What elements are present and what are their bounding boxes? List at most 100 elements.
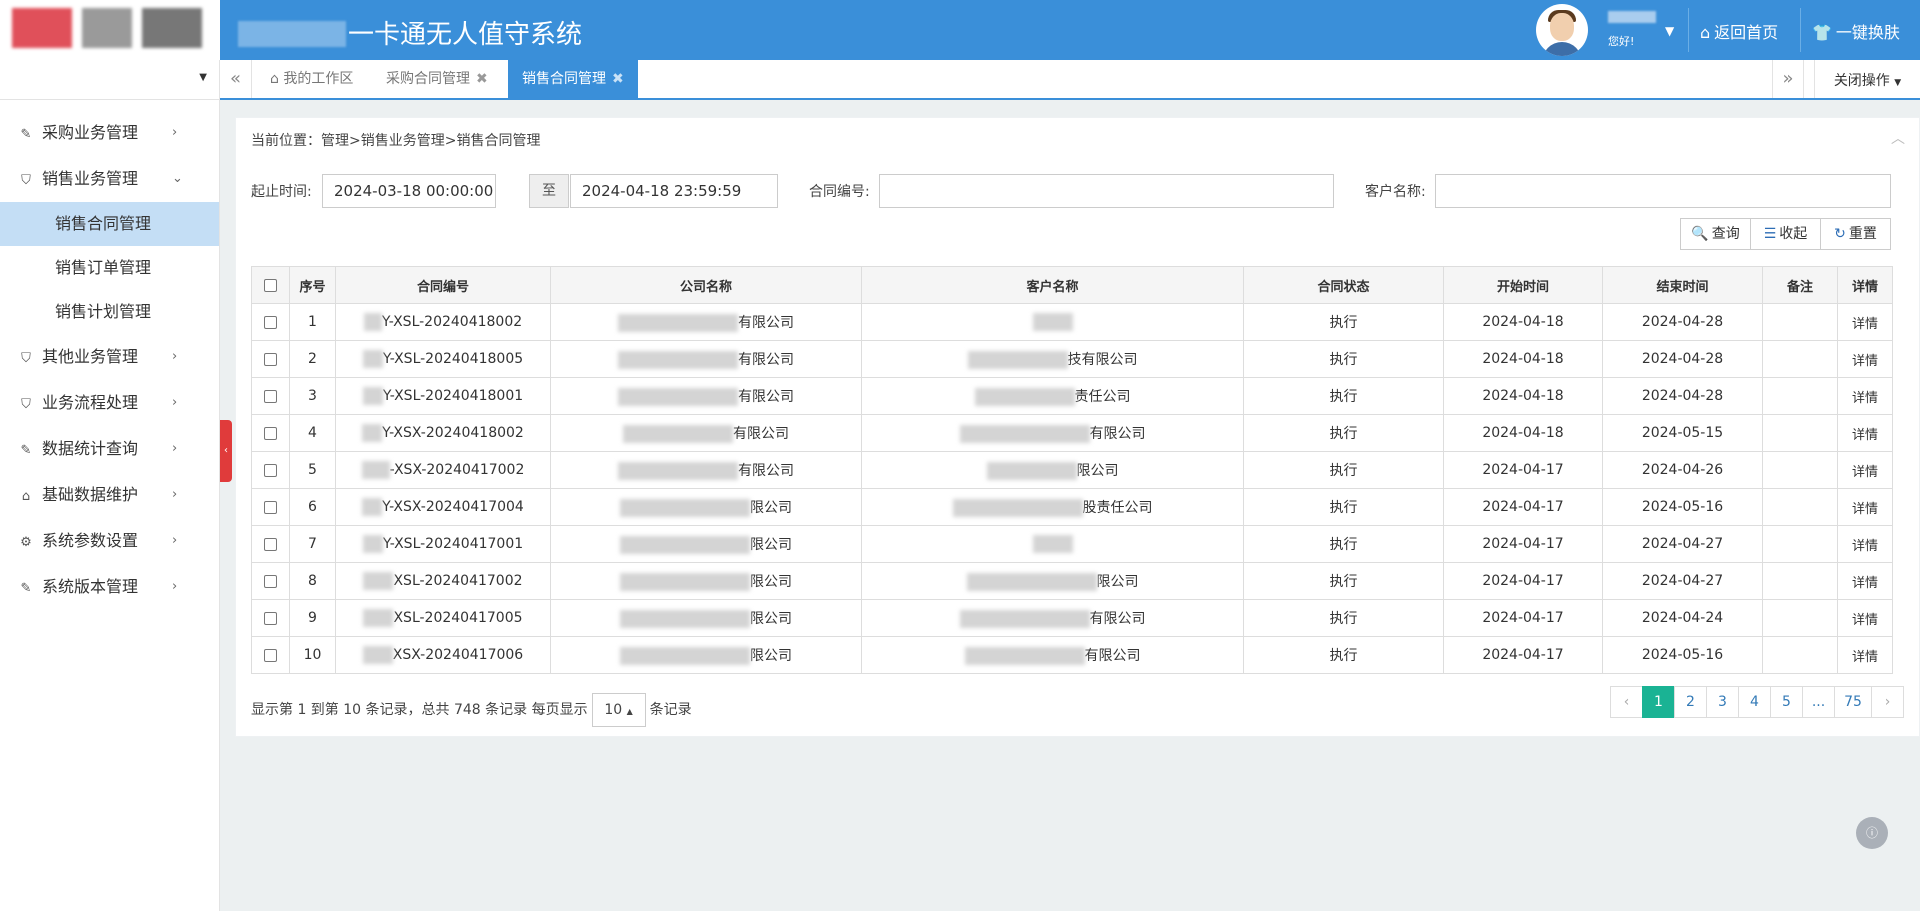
row-checkbox[interactable]	[264, 426, 277, 440]
table-row[interactable]: 10 XSX-20240417006 限公司 有限公司 执行 2024-04-17 2024…	[251, 636, 1893, 674]
row-detail-link[interactable]: 详情	[1837, 525, 1893, 563]
table-row[interactable]: 1 Y-XSL-20240418002 有限公司 执行 2024-04-18 2024-0…	[251, 303, 1893, 341]
row-detail-link[interactable]: 详情	[1837, 303, 1893, 341]
tab-workspace[interactable]: ⌂ 我的工作区	[256, 60, 367, 98]
row-detail-link[interactable]: 详情	[1837, 414, 1893, 452]
table-row[interactable]: 5 -XSX-20240417002 有限公司 限公司 执行 2024-04-17 2024…	[251, 451, 1893, 489]
sidebar-item-purchase[interactable]: ✎ 采购业务管理 ›	[0, 110, 219, 156]
close-operations-dropdown[interactable]: 关闭操作 ▼	[1814, 60, 1920, 98]
sidebar-item-version[interactable]: ✎ 系统版本管理 ›	[0, 564, 219, 610]
sidebar-subitem-sales-plan[interactable]: 销售计划管理	[0, 290, 219, 334]
row-checkbox-cell	[251, 599, 290, 637]
col-header-customer[interactable]: 客户名称	[861, 266, 1244, 304]
home-icon: ⌂	[270, 71, 284, 87]
row-detail-link[interactable]: 详情	[1837, 636, 1893, 674]
col-header-contract-no[interactable]: 合同编号	[335, 266, 551, 304]
row-customer: 有限公司	[861, 599, 1244, 637]
sidebar: ▼ ✎ 采购业务管理 › ⛉ 销售业务管理 ⌄ 销售合同管理 销售订单管理 销售计划管理…	[0, 60, 220, 911]
tab-purchase-contract[interactable]: 采购合同管理 ✖	[372, 60, 502, 98]
col-header-status[interactable]: 合同状态	[1243, 266, 1444, 304]
sidebar-select[interactable]: ▼	[0, 60, 219, 100]
skin-switch-link[interactable]: 👕 一键换肤	[1812, 19, 1900, 43]
row-checkbox[interactable]	[264, 463, 277, 477]
sidebar-item-sales[interactable]: ⛉ 销售业务管理 ⌄	[0, 156, 219, 202]
user-menu-caret-icon[interactable]: ▼	[1665, 24, 1674, 38]
row-checkbox[interactable]	[264, 315, 277, 329]
row-checkbox-cell	[251, 562, 290, 600]
table-row[interactable]: 7 Y-XSL-20240417001 限公司 执行 2024-04-17 2024-04…	[251, 525, 1893, 563]
row-detail-link[interactable]: 详情	[1837, 488, 1893, 526]
row-detail-link[interactable]: 详情	[1837, 340, 1893, 378]
prev-page-button[interactable]: ‹	[1610, 686, 1643, 718]
collapse-button[interactable]: ☰ 收起	[1750, 218, 1821, 250]
chevron-up-icon[interactable]: ︿	[1891, 128, 1905, 148]
sidebar-collapse-toggle[interactable]: ‹	[220, 420, 232, 482]
redacted-text	[362, 387, 383, 405]
range-separator: 至	[529, 174, 569, 208]
next-page-button[interactable]: ›	[1871, 686, 1904, 718]
table-row[interactable]: 3 Y-XSL-20240418001 有限公司 责任公司 执行 2024-04-18 20…	[251, 377, 1893, 415]
chevron-right-icon: ›	[172, 533, 178, 548]
page-size-select[interactable]: 10 ▲	[591, 693, 646, 727]
row-end-time: 2024-04-27	[1602, 562, 1763, 600]
sidebar-item-other[interactable]: ⛉ 其他业务管理 ›	[0, 334, 219, 380]
table-row[interactable]: 6 Y-XSX-20240417004 限公司 股责任公司 执行 2024-04-17 20…	[251, 488, 1893, 526]
page-2-button[interactable]: 2	[1674, 686, 1707, 718]
page-3-button[interactable]: 3	[1706, 686, 1739, 718]
sidebar-item-settings[interactable]: ⚙ 系统参数设置 ›	[0, 518, 219, 564]
customer-name-input[interactable]	[1435, 174, 1891, 208]
end-time-input[interactable]: 2024-04-18 23:59:59	[570, 174, 778, 208]
table-row[interactable]: 4 Y-XSX-20240418002 有限公司 有限公司 执行 2024-04-18 20…	[251, 414, 1893, 452]
col-header-start-time[interactable]: 开始时间	[1443, 266, 1603, 304]
row-remark	[1762, 636, 1838, 674]
redacted-text	[959, 610, 1090, 628]
redacted-text	[362, 646, 393, 664]
tab-sales-contract[interactable]: 销售合同管理 ✖	[508, 60, 638, 98]
query-button[interactable]: 🔍 查询	[1680, 218, 1751, 250]
avatar[interactable]	[1536, 4, 1588, 56]
home-link[interactable]: ⌂ 返回首页	[1700, 19, 1778, 43]
sidebar-item-basedata[interactable]: ⌂ 基础数据维护 ›	[0, 472, 219, 518]
sidebar-subitem-sales-contract[interactable]: 销售合同管理	[0, 202, 219, 246]
reset-button[interactable]: ↻ 重置	[1820, 218, 1891, 250]
page-75-button[interactable]: 75	[1834, 686, 1872, 718]
table-row[interactable]: 9 XSL-20240417005 限公司 有限公司 执行 2024-04-17 2024-…	[251, 599, 1893, 637]
page-4-button[interactable]: 4	[1738, 686, 1771, 718]
table-body: 1 Y-XSL-20240418002 有限公司 执行 2024-04-18 2024-0…	[251, 303, 1893, 674]
row-detail-link[interactable]: 详情	[1837, 451, 1893, 489]
edit-icon: ✎	[20, 581, 32, 596]
chevron-right-icon: ›	[172, 395, 178, 410]
row-checkbox[interactable]	[264, 648, 277, 662]
close-icon[interactable]: ✖	[476, 71, 488, 87]
table-row[interactable]: 2 Y-XSL-20240418005 有限公司 技有限公司 执行 2024-04-18 2…	[251, 340, 1893, 378]
row-detail-link[interactable]: 详情	[1837, 599, 1893, 637]
row-checkbox[interactable]	[264, 352, 277, 366]
contract-no-input[interactable]	[879, 174, 1334, 208]
row-checkbox[interactable]	[264, 574, 277, 588]
page-5-button[interactable]: 5	[1770, 686, 1803, 718]
row-checkbox[interactable]	[264, 537, 277, 551]
row-checkbox[interactable]	[264, 611, 277, 625]
info-icon[interactable]: ⓘ	[1856, 817, 1888, 849]
tab-scroll-right-icon[interactable]: »	[1772, 60, 1804, 98]
row-detail-link[interactable]: 详情	[1837, 562, 1893, 600]
redacted-text	[1032, 313, 1073, 331]
col-header-company[interactable]: 公司名称	[550, 266, 862, 304]
sidebar-subitem-sales-order[interactable]: 销售订单管理	[0, 246, 219, 290]
col-header-end-time[interactable]: 结束时间	[1602, 266, 1763, 304]
page-1-button[interactable]: 1	[1642, 686, 1675, 718]
row-detail-link[interactable]: 详情	[1837, 377, 1893, 415]
row-checkbox[interactable]	[264, 389, 277, 403]
sidebar-item-workflow[interactable]: ⛉ 业务流程处理 ›	[0, 380, 219, 426]
tshirt-icon: 👕	[1812, 23, 1832, 42]
row-customer: 股责任公司	[861, 488, 1244, 526]
table-row[interactable]: 8 XSL-20240417002 限公司 限公司 执行 2024-04-17 2024-0…	[251, 562, 1893, 600]
row-contract-no: Y-XSL-20240417001	[335, 525, 551, 563]
close-icon[interactable]: ✖	[612, 71, 624, 87]
sidebar-item-statistics[interactable]: ✎ 数据统计查询 ›	[0, 426, 219, 472]
start-time-input[interactable]: 2024-03-18 00:00:00	[322, 174, 496, 208]
select-all-checkbox[interactable]	[264, 278, 277, 292]
row-checkbox[interactable]	[264, 500, 277, 514]
row-company: 有限公司	[550, 340, 862, 378]
tab-scroll-left-icon[interactable]: «	[220, 60, 252, 98]
